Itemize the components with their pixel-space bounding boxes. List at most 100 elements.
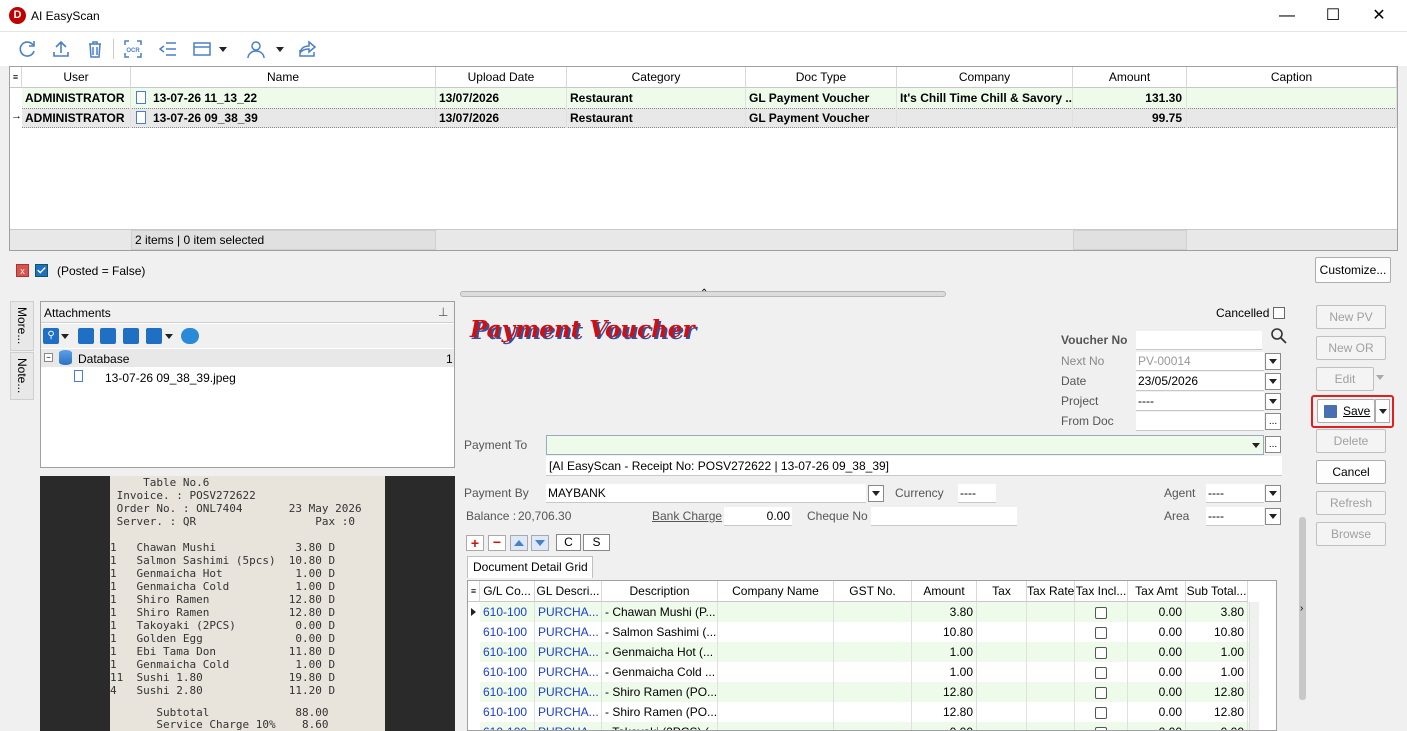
cell-amount[interactable]: 1.00	[912, 642, 977, 662]
cell-company-name[interactable]	[718, 642, 834, 662]
cell-amount[interactable]: 1.00	[912, 662, 977, 682]
cell-description[interactable]: - Genmaicha Hot (...	[602, 642, 718, 662]
bank-charge-link[interactable]: Bank Charge	[652, 509, 722, 523]
project-dropdown[interactable]	[1265, 393, 1281, 410]
column-header-gl-description[interactable]: GL Descri...	[535, 581, 602, 602]
cell-company-name[interactable]	[718, 702, 834, 722]
cell-tax-amount[interactable]: 0.00	[1128, 662, 1186, 682]
cell-tax-inclusive[interactable]	[1075, 702, 1128, 722]
cell-gst-no[interactable]	[834, 702, 912, 722]
minimize-button[interactable]: —	[1264, 0, 1310, 32]
column-header-tax-inclusive[interactable]: Tax Incl...	[1075, 581, 1128, 602]
cell-description[interactable]: - Shiro Ramen (PO...	[602, 682, 718, 702]
clear-filter-icon[interactable]: x	[16, 264, 29, 277]
edit-dropdown-icon[interactable]	[1376, 375, 1384, 380]
column-header-company[interactable]: Company	[897, 67, 1073, 88]
link-icon[interactable]: ⚲	[43, 328, 59, 344]
project-field[interactable]: ----	[1136, 392, 1264, 411]
tree-file-item[interactable]: 13-07-26 09_38_39.jpeg	[105, 371, 236, 385]
cell-gl-description[interactable]: PURCHA...	[535, 722, 602, 730]
dropdown-arrow-icon[interactable]	[165, 328, 175, 344]
next-no-field[interactable]: PV-00014	[1136, 352, 1264, 371]
tax-inclusive-checkbox[interactable]	[1095, 666, 1107, 679]
cell-description[interactable]: - Salmon Sashimi (...	[602, 622, 718, 642]
cell-tax-inclusive[interactable]	[1075, 722, 1128, 730]
cell-gl-description[interactable]: PURCHA...	[535, 642, 602, 662]
tax-inclusive-checkbox[interactable]	[1095, 706, 1107, 719]
cell-gl-code[interactable]: 610-100	[480, 662, 535, 682]
cell-sub-total[interactable]: 10.80	[1186, 622, 1248, 642]
new-pv-button[interactable]: New PV	[1316, 305, 1386, 329]
column-header-tax-amount[interactable]: Tax Amt	[1128, 581, 1186, 602]
tax-inclusive-checkbox[interactable]	[1095, 726, 1107, 730]
tax-inclusive-checkbox[interactable]	[1095, 606, 1107, 619]
s-button[interactable]: S	[583, 534, 610, 551]
cell-gst-no[interactable]	[834, 682, 912, 702]
tab-document-detail-grid[interactable]: Document Detail Grid	[467, 556, 593, 578]
cell-gl-code[interactable]: 610-100	[480, 702, 535, 722]
cell-gst-no[interactable]	[834, 622, 912, 642]
cancelled-checkbox[interactable]	[1273, 307, 1285, 319]
cell-tax-amount[interactable]: 0.00	[1128, 682, 1186, 702]
cell-tax[interactable]	[977, 662, 1027, 682]
column-header-upload-date[interactable]: Upload Date	[436, 67, 567, 88]
cell-tax-rate[interactable]	[1027, 682, 1075, 702]
delete-button[interactable]: Delete	[1316, 429, 1386, 453]
cell-tax[interactable]	[977, 682, 1027, 702]
cell-tax-amount[interactable]: 0.00	[1128, 722, 1186, 730]
list-indent-icon[interactable]	[155, 36, 181, 62]
payment-to-dropdown[interactable]	[1248, 437, 1264, 454]
collapse-icon[interactable]: −	[44, 353, 53, 362]
cell-tax[interactable]	[977, 722, 1027, 730]
column-header-doc-type[interactable]: Doc Type	[746, 67, 897, 88]
cell-description[interactable]: - Takoyaki (2PCS) (...	[602, 722, 718, 730]
column-header-sub-total[interactable]: Sub Total...	[1186, 581, 1248, 602]
cell-tax-rate[interactable]	[1027, 622, 1075, 642]
cell-tax-rate[interactable]	[1027, 722, 1075, 730]
cell-tax-inclusive[interactable]	[1075, 602, 1128, 622]
column-header-caption[interactable]: Caption	[1187, 67, 1397, 88]
column-header-category[interactable]: Category	[567, 67, 746, 88]
date-field[interactable]: 23/05/2026	[1136, 372, 1264, 391]
cloud-upload-icon[interactable]	[181, 328, 199, 344]
cell-gl-description[interactable]: PURCHA...	[535, 622, 602, 642]
column-header-user[interactable]: User	[22, 67, 131, 88]
cell-tax[interactable]	[977, 642, 1027, 662]
cell-sub-total[interactable]: 12.80	[1186, 682, 1248, 702]
share-icon[interactable]	[294, 36, 320, 62]
column-header-company-name[interactable]: Company Name	[718, 581, 834, 602]
save-attachment-icon[interactable]	[146, 328, 162, 344]
bank-charge-field[interactable]: 0.00	[724, 507, 792, 526]
cell-tax[interactable]	[977, 602, 1027, 622]
payment-to-browse-button[interactable]: ...	[1265, 436, 1281, 453]
grid-menu-icon[interactable]: ≡	[10, 67, 22, 88]
column-header-gl-code[interactable]: G/L Co...	[480, 581, 535, 602]
tax-inclusive-checkbox[interactable]	[1095, 626, 1107, 639]
customize-button[interactable]: Customize...	[1315, 257, 1391, 283]
cell-company-name[interactable]	[718, 722, 834, 730]
cell-description[interactable]: - Genmaicha Cold ...	[602, 662, 718, 682]
cell-amount[interactable]: 10.80	[912, 622, 977, 642]
column-header-tax-rate[interactable]: Tax Rate	[1027, 581, 1075, 602]
cell-sub-total[interactable]: 0.00	[1186, 722, 1248, 730]
cell-amount[interactable]: 3.80	[912, 602, 977, 622]
area-field[interactable]: ----	[1206, 507, 1264, 526]
cell-company-name[interactable]	[718, 602, 834, 622]
cancel-button[interactable]: Cancel	[1316, 460, 1386, 484]
cell-description[interactable]: - Chawan Mushi (P...	[602, 602, 718, 622]
payment-by-dropdown[interactable]	[868, 485, 884, 502]
agent-field[interactable]: ----	[1206, 484, 1264, 503]
tax-inclusive-checkbox[interactable]	[1095, 646, 1107, 659]
cell-description[interactable]: - Shiro Ramen (PO...	[602, 702, 718, 722]
refresh-icon[interactable]	[14, 36, 40, 62]
upload-icon[interactable]	[48, 36, 74, 62]
tab-more[interactable]: More...	[10, 301, 34, 351]
cell-sub-total[interactable]: 3.80	[1186, 602, 1248, 622]
cell-tax-inclusive[interactable]	[1075, 662, 1128, 682]
cell-tax-rate[interactable]	[1027, 602, 1075, 622]
cell-sub-total[interactable]: 1.00	[1186, 642, 1248, 662]
agent-dropdown[interactable]	[1265, 485, 1281, 502]
column-header-amount[interactable]: Amount	[1073, 67, 1187, 88]
user-icon[interactable]	[243, 36, 269, 62]
next-no-dropdown[interactable]	[1265, 353, 1281, 370]
